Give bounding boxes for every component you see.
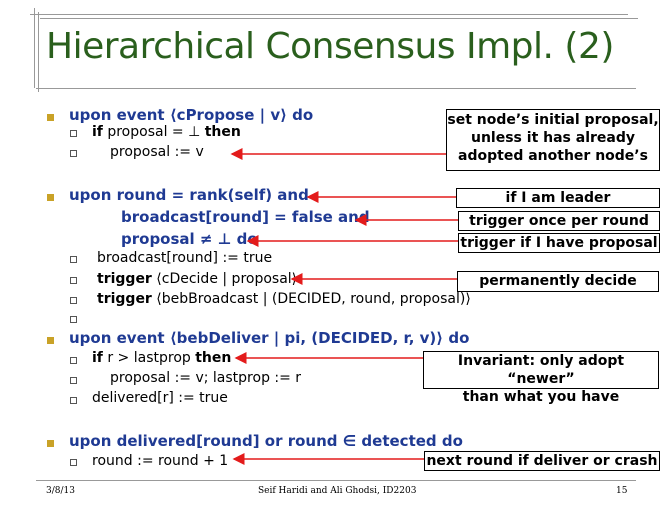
footer-authors: Seif Haridi and Ali Ghodsi, ID2203	[258, 486, 417, 496]
footer-date: 3/8/13	[46, 486, 75, 496]
annotation-arrows	[230, 148, 458, 465]
footer-page-number: 15	[616, 486, 628, 496]
footer-divider	[36, 480, 636, 481]
